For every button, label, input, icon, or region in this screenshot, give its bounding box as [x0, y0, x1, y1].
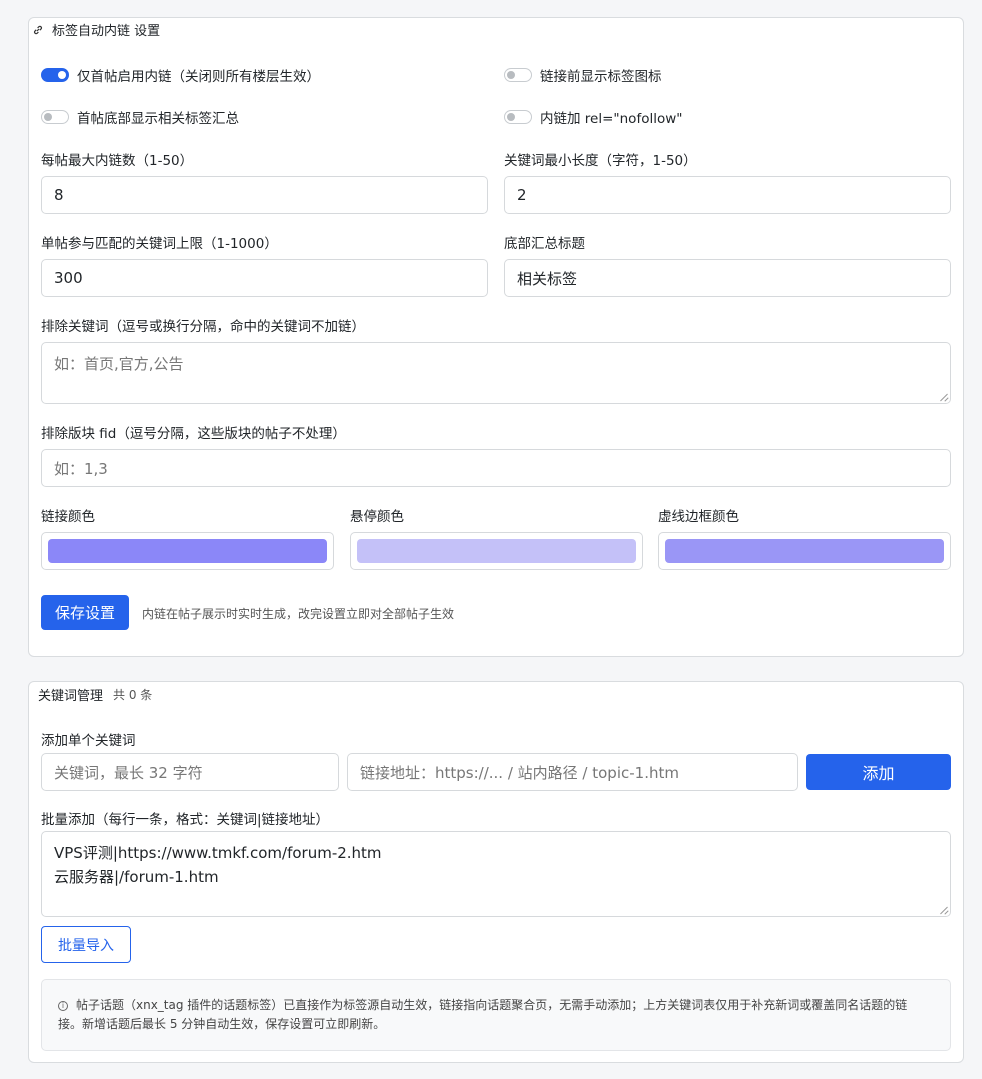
toggle-first-post-only[interactable]: 仅首帖启用内链（关闭则所有楼层生效）: [41, 65, 320, 85]
toggle-nofollow[interactable]: 内链加 rel="nofollow": [504, 107, 682, 127]
toggle-label: 内链加 rel="nofollow": [540, 111, 683, 127]
max-links-label: 每帖最大内链数（1-50）: [41, 153, 194, 169]
summary-title-input[interactable]: 相关标签: [504, 259, 951, 297]
keywords-legend: 关键词管理 共 0 条: [38, 685, 152, 704]
exclude-keywords-textarea[interactable]: 如：首页,官方,公告: [41, 342, 951, 404]
switch-show-summary[interactable]: [41, 110, 69, 124]
add-keyword-button[interactable]: 添加: [806, 754, 951, 790]
info-notice: i 帖子话题（xnx_tag 插件的话题标签）已直接作为标签源自动生效，链接指向话…: [41, 979, 951, 1051]
exclude-fids-label: 排除版块 fid（逗号分隔，这些版块的帖子不处理）: [41, 426, 346, 442]
keyword-limit-input[interactable]: 300: [41, 259, 488, 297]
keyword-input[interactable]: 关键词，最长 32 字符: [41, 753, 339, 791]
exclude-keywords-label: 排除关键词（逗号或换行分隔，命中的关键词不加链）: [41, 319, 365, 335]
hover-color-picker[interactable]: [350, 532, 643, 570]
switch-first-post-only[interactable]: [41, 68, 69, 82]
save-settings-button[interactable]: 保存设置: [41, 595, 129, 630]
summary-title-label: 底部汇总标题: [504, 236, 585, 252]
info-icon: i: [58, 1001, 68, 1011]
toggle-show-summary[interactable]: 首帖底部显示相关标签汇总: [41, 107, 239, 127]
settings-card: 标签自动内链 设置 仅首帖启用内链（关闭则所有楼层生效） 链接前显示标签图标 首…: [28, 17, 964, 657]
hover-color-label: 悬停颜色: [350, 509, 404, 525]
resize-handle-icon[interactable]: [940, 393, 948, 401]
min-length-input[interactable]: 2: [504, 176, 951, 214]
resize-handle-icon[interactable]: [940, 906, 948, 914]
border-color-label: 虚线边框颜色: [658, 509, 739, 525]
keywords-title: 关键词管理: [38, 689, 104, 704]
keywords-count: 共 0 条: [113, 688, 153, 702]
batch-import-button[interactable]: 批量导入: [41, 926, 131, 963]
toggle-show-tag-icon[interactable]: 链接前显示标签图标: [504, 65, 662, 85]
link-color-swatch: [48, 539, 327, 563]
batch-textarea[interactable]: VPS评测|https://www.tmkf.com/forum-2.htm 云…: [41, 831, 951, 917]
border-color-swatch: [665, 539, 944, 563]
hover-color-swatch: [357, 539, 636, 563]
toggle-label: 仅首帖启用内链（关闭则所有楼层生效）: [77, 69, 320, 85]
add-single-label: 添加单个关键词: [41, 733, 136, 749]
max-links-input[interactable]: 8: [41, 176, 488, 214]
url-input[interactable]: 链接地址：https://... / 站内路径 / topic-1.htm: [347, 753, 798, 791]
keyword-limit-label: 单帖参与匹配的关键词上限（1-1000）: [41, 236, 278, 252]
info-text-1: 帖子话题（xnx_tag 插件的话题标签）已直接作为标签源自动生效，链接指向话题…: [76, 998, 908, 1012]
link-color-label: 链接颜色: [41, 509, 95, 525]
settings-title: 标签自动内链 设置: [52, 24, 161, 39]
toggle-label: 链接前显示标签图标: [540, 69, 662, 85]
info-text-2: 接。新增话题后最长 5 分钟自动生效，保存设置可立即刷新。: [58, 1017, 386, 1031]
link-color-picker[interactable]: [41, 532, 334, 570]
link-icon: [32, 24, 44, 36]
toggle-label: 首帖底部显示相关标签汇总: [77, 111, 239, 127]
batch-label: 批量添加（每行一条，格式：关键词|链接地址）: [41, 812, 330, 828]
settings-legend: 标签自动内链 设置: [32, 20, 160, 39]
save-hint: 内链在帖子展示时实时生成，改完设置立即对全部帖子生效: [142, 607, 455, 621]
exclude-keywords-placeholder: 如：首页,官方,公告: [54, 355, 184, 373]
min-length-label: 关键词最小长度（字符，1-50）: [504, 153, 697, 169]
exclude-fids-input[interactable]: 如：1,3: [41, 449, 951, 487]
border-color-picker[interactable]: [658, 532, 951, 570]
batch-line: VPS评测|https://www.tmkf.com/forum-2.htm: [54, 844, 382, 862]
switch-show-tag-icon[interactable]: [504, 68, 532, 82]
batch-line: 云服务器|/forum-1.htm: [54, 868, 219, 886]
keywords-card: 关键词管理 共 0 条 添加单个关键词 关键词，最长 32 字符 链接地址：ht…: [28, 681, 964, 1063]
switch-nofollow[interactable]: [504, 110, 532, 124]
